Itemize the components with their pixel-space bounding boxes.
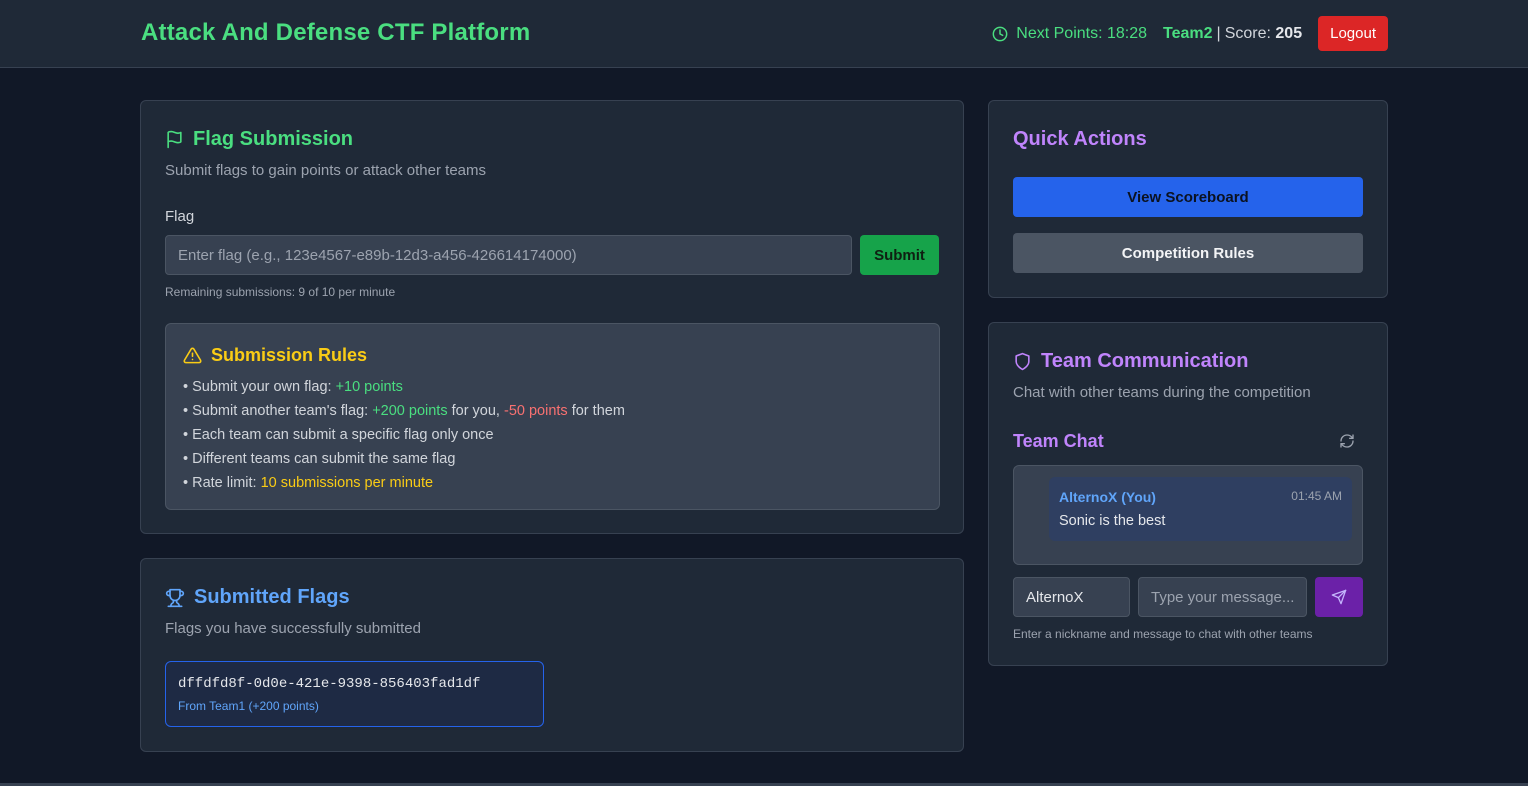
remaining-submissions: Remaining submissions: 9 of 10 per minut… (165, 285, 396, 299)
rule-text: • Each team can submit a specific flag o… (183, 427, 494, 443)
rule-text: • Rate limit: (183, 475, 261, 491)
logout-button[interactable]: Logout (1318, 16, 1388, 51)
message-input[interactable] (1138, 577, 1307, 617)
rule-item: • Each team can submit a specific flag o… (183, 423, 625, 447)
refresh-icon[interactable] (1339, 433, 1355, 449)
timer-label: Next Points: 18:28 (1016, 24, 1148, 42)
chat-hint: Enter a nickname and message to chat wit… (1013, 627, 1313, 641)
view-scoreboard-button[interactable]: View Scoreboard (1013, 177, 1363, 217)
clock-icon (992, 26, 1008, 41)
team-communication-title: Team Communication (1013, 350, 1248, 373)
quick-actions-card: Quick Actions View Scoreboard Competitio… (988, 100, 1388, 298)
team-communication-title-text: Team Communication (1041, 350, 1249, 372)
rule-item: • Submit another team's flag: +200 point… (183, 399, 625, 423)
submitted-flags-card: Submitted Flags Flags you have successfu… (140, 558, 964, 752)
team-communication-card: Team Communication Chat with other teams… (988, 322, 1388, 666)
send-icon (1331, 589, 1347, 605)
next-points-timer: Next Points: 18:28 (992, 25, 1147, 43)
flag-input[interactable] (165, 235, 852, 275)
top-header: Attack And Defense CTF Platform Next Poi… (0, 0, 1528, 68)
submitted-flags-title-text: Submitted Flags (194, 586, 350, 608)
flag-label: Flag (165, 208, 195, 225)
warning-icon (183, 347, 202, 364)
rule-highlight: 10 submissions per minute (260, 475, 434, 491)
submission-rules-title-text: Submission Rules (211, 345, 368, 365)
score-label: Score: (1224, 24, 1271, 42)
rules-list: • Submit your own flag: +10 points • Sub… (183, 375, 625, 495)
submission-rules-box: Submission Rules • Submit your own flag:… (165, 323, 940, 510)
team-chat-title: Team Chat (1013, 431, 1104, 451)
submitted-flag-item: dffdfd8f-0d0e-421e-9398-856403fad1df Fro… (165, 661, 544, 727)
rule-highlight-negative: -50 points (504, 403, 568, 419)
rule-highlight: +10 points (335, 379, 403, 395)
rule-text: • Different teams can submit the same fl… (183, 451, 456, 467)
flag-value: dffdfd8f-0d0e-421e-9398-856403fad1df (178, 676, 481, 692)
team-communication-subtitle: Chat with other teams during the competi… (1013, 384, 1311, 401)
separator: | (1216, 24, 1221, 42)
message-author: AlternoX (You) (1059, 489, 1156, 505)
chat-messages-box[interactable]: AlternoX (You) 01:45 AM Sonic is the bes… (1013, 465, 1363, 565)
rule-item: • Rate limit: 10 submissions per minute (183, 471, 625, 495)
submission-rules-title: Submission Rules (183, 345, 367, 366)
submitted-flags-title: Submitted Flags (165, 586, 350, 609)
flag-submission-card: Flag Submission Submit flags to gain poi… (140, 100, 964, 534)
score-value: 205 (1275, 24, 1303, 42)
app-title: Attack And Defense CTF Platform (141, 19, 531, 46)
send-message-button[interactable] (1315, 577, 1363, 617)
message-text: Sonic is the best (1059, 513, 1166, 529)
flag-source: From Team1 (+200 points) (178, 699, 319, 713)
rule-highlight: +200 points (372, 403, 448, 419)
flag-submission-title: Flag Submission (165, 128, 353, 151)
team-name: Team2 (1163, 24, 1213, 42)
rule-text: for you, (447, 403, 504, 419)
flag-icon (167, 130, 182, 149)
rule-text: • Submit another team's flag: (183, 403, 373, 419)
competition-rules-button[interactable]: Competition Rules (1013, 233, 1363, 273)
rule-text: • Submit your own flag: (183, 379, 336, 395)
chat-message: AlternoX (You) 01:45 AM Sonic is the bes… (1049, 477, 1352, 541)
flag-submission-subtitle: Submit flags to gain points or attack ot… (165, 162, 486, 179)
rule-text: for them (567, 403, 625, 419)
rule-item: • Different teams can submit the same fl… (183, 447, 625, 471)
quick-actions-title: Quick Actions (1013, 128, 1147, 150)
message-time: 01:45 AM (1291, 489, 1342, 503)
nickname-input[interactable] (1013, 577, 1130, 617)
shield-icon (1015, 352, 1030, 371)
submitted-flags-subtitle: Flags you have successfully submitted (165, 620, 421, 637)
team-score: Team2 | Score: 205 (1163, 25, 1302, 43)
rule-item: • Submit your own flag: +10 points (183, 375, 625, 399)
trophy-icon (165, 588, 185, 607)
submit-flag-button[interactable]: Submit (860, 235, 939, 275)
flag-submission-title-text: Flag Submission (193, 128, 354, 150)
header-status: Next Points: 18:28 Team2 | Score: 205 Logo… (992, 16, 1388, 51)
